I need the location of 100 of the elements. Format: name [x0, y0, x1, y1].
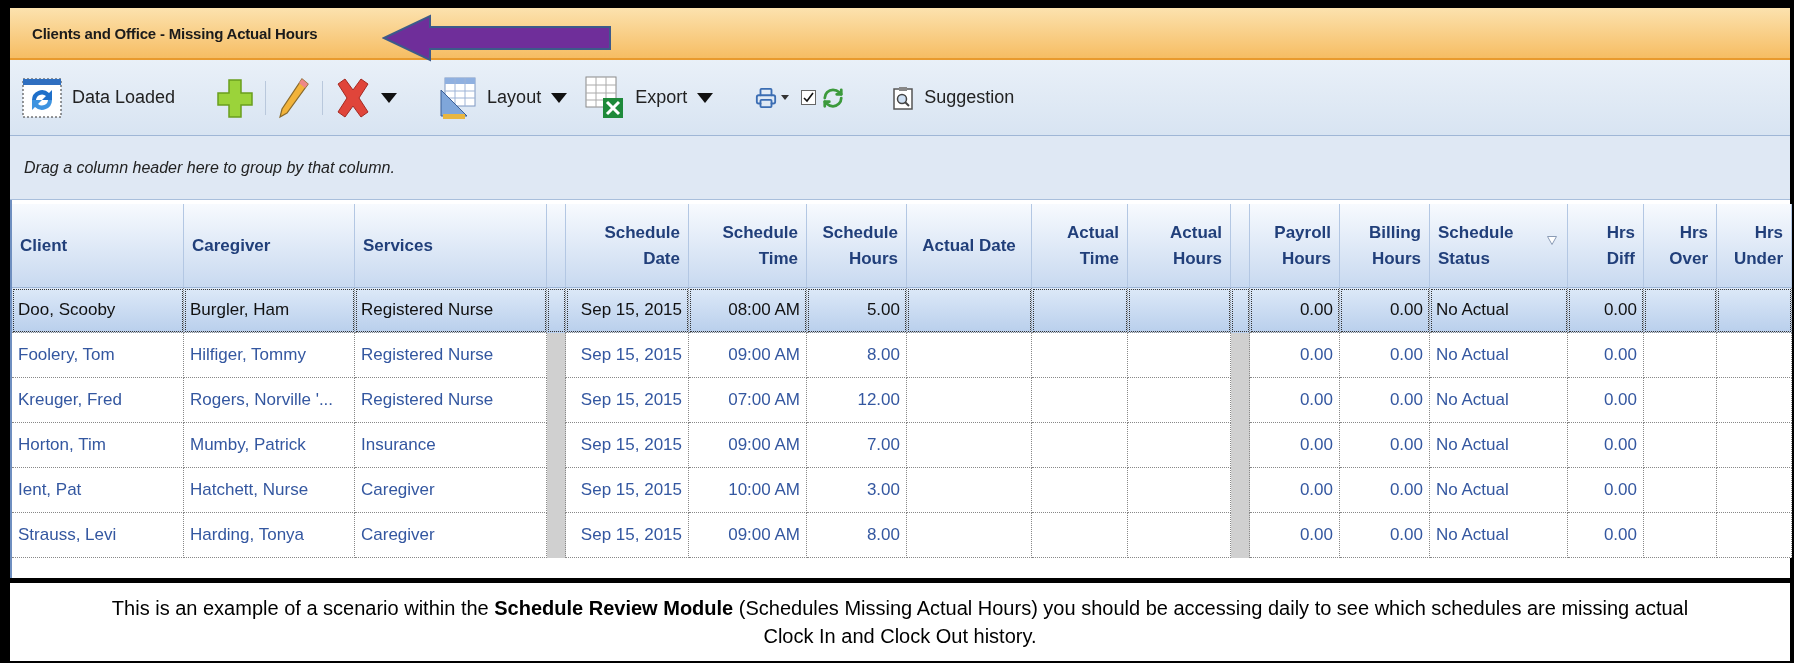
table-cell: Horton, Tim	[12, 423, 184, 468]
table-cell: Sep 15, 2015	[566, 333, 689, 378]
table-cell: 0.00	[1568, 513, 1644, 558]
refresh-icon	[22, 77, 62, 118]
column-header[interactable]: Hrs Diff	[1568, 204, 1644, 288]
table-cell: Rogers, Norville '...	[184, 378, 355, 423]
table-cell: No Actual	[1430, 378, 1568, 423]
pencil-icon	[278, 76, 311, 119]
table-cell: 09:00 AM	[689, 333, 807, 378]
table-cell: No Actual	[1430, 333, 1568, 378]
table-cell: 0.00	[1568, 378, 1644, 423]
column-spacer	[1231, 513, 1250, 558]
table-cell: Caregiver	[355, 513, 547, 558]
table-row[interactable]: Ient, Pat Hatchett, Nurse Caregiver Sep 15, 2015 10:00 AM 3.00 0.00 0.00 No Actual 0.00	[12, 468, 1790, 513]
column-header[interactable]: Actual Hours	[1128, 204, 1231, 288]
table-cell: 5.00	[807, 288, 907, 333]
layout-icon	[439, 75, 478, 120]
window-title: Clients and Office - Missing Actual Hours	[32, 24, 318, 42]
spreadsheet-icon	[585, 75, 626, 120]
column-header[interactable]: Schedule Status	[1430, 204, 1568, 288]
table-cell: Insurance	[355, 423, 547, 468]
table-cell: No Actual	[1430, 513, 1568, 558]
column-header[interactable]: Client	[12, 204, 184, 288]
column-header[interactable]: Payroll Hours	[1250, 204, 1340, 288]
table-cell: Doo, Scooby	[12, 288, 184, 333]
auto-refresh-checkbox[interactable]	[801, 90, 817, 105]
table-cell: Registered Nurse	[355, 333, 547, 378]
table-cell: 12.00	[807, 378, 907, 423]
table-cell: 0.00	[1340, 378, 1430, 423]
refresh-icon[interactable]	[822, 86, 845, 109]
column-header[interactable]: Caregiver	[184, 204, 355, 288]
table-cell: 0.00	[1568, 288, 1644, 333]
table-row[interactable]: Strauss, Levi Harding, Tonya Caregiver Sep 15, 2015 09:00 AM 8.00 0.00 0.00 No Actual 0.00	[12, 513, 1790, 558]
table-cell: Caregiver	[355, 468, 547, 513]
table-cell: No Actual	[1430, 288, 1568, 333]
table-cell: 0.00	[1340, 333, 1430, 378]
table-cell: Hilfiger, Tommy	[184, 333, 355, 378]
column-spacer	[547, 513, 566, 558]
caret-icon	[697, 92, 714, 103]
table-cell: Sep 15, 2015	[566, 513, 689, 558]
column-header[interactable]: Schedule Hours	[807, 204, 907, 288]
table-cell: 3.00	[807, 468, 907, 513]
table-cell: 0.00	[1340, 423, 1430, 468]
table-cell: 0.00	[1568, 468, 1644, 513]
column-spacer	[547, 333, 566, 378]
table-cell: No Actual	[1430, 468, 1568, 513]
table-cell: 0.00	[1340, 513, 1430, 558]
column-header[interactable]: Schedule Date	[566, 204, 689, 288]
table-cell: 0.00	[1568, 423, 1644, 468]
table-cell: 10:00 AM	[689, 468, 807, 513]
caret-icon	[381, 92, 398, 103]
suggestion-button[interactable]: Suggestion	[886, 81, 1021, 114]
table-cell: Registered Nurse	[355, 378, 547, 423]
group-hint: Drag a column header here to group by that column.	[24, 158, 395, 177]
caret-icon	[551, 92, 568, 103]
export-button[interactable]: Export	[579, 71, 720, 124]
table-cell: Foolery, Tom	[12, 333, 184, 378]
caption-text: This is an example of a scenario within the Schedule Review Module (Schedules Missing Actual Hours) you should be accessing daily to see which schedules are missing actual Clock In and Clock Out history.	[110, 596, 1690, 649]
table-cell: 07:00 AM	[689, 378, 807, 423]
column-header[interactable]: Billing Hours	[1340, 204, 1430, 288]
layout-button[interactable]: Layout	[433, 71, 574, 124]
table-cell: No Actual	[1430, 423, 1568, 468]
clipboard-search-icon	[892, 85, 915, 110]
table-cell: Sep 15, 2015	[566, 423, 689, 468]
column-header[interactable]: Hrs Over	[1644, 204, 1717, 288]
data-loaded-button[interactable]: Data Loaded	[16, 73, 182, 122]
table-cell: 0.00	[1250, 513, 1340, 558]
table-cell: Strauss, Levi	[12, 513, 184, 558]
table-cell: Hatchett, Nurse	[184, 468, 355, 513]
table-cell: Mumby, Patrick	[184, 423, 355, 468]
table-row[interactable]: Horton, Tim Mumby, Patrick Insurance Sep 15, 2015 09:00 AM 7.00 0.00 0.00 No Actual 0.00	[12, 423, 1790, 468]
caret-icon	[781, 95, 790, 100]
table-cell: 09:00 AM	[689, 423, 807, 468]
table-cell: 7.00	[807, 423, 907, 468]
printer-icon	[755, 86, 778, 109]
table-cell: 0.00	[1250, 288, 1340, 333]
table-cell: 08:00 AM	[689, 288, 807, 333]
column-header[interactable]: Services	[355, 204, 547, 288]
table-row[interactable]: Foolery, Tom Hilfiger, Tommy Registered Nurse Sep 15, 2015 09:00 AM 8.00 0.00 0.00 No Actual 0.00	[12, 333, 1790, 378]
table-cell: 8.00	[807, 513, 907, 558]
table-cell: Registered Nurse	[355, 288, 547, 333]
table-cell: 09:00 AM	[689, 513, 807, 558]
table-cell: Harding, Tonya	[184, 513, 355, 558]
table-cell: 0.00	[1250, 468, 1340, 513]
table-cell: Kreuger, Fred	[12, 378, 184, 423]
table-cell: 0.00	[1250, 333, 1340, 378]
table-cell: 0.00	[1340, 288, 1430, 333]
table-cell: 0.00	[1250, 378, 1340, 423]
column-header[interactable]: Actual Time	[1032, 204, 1128, 288]
column-header[interactable]: Hrs Under	[1717, 204, 1792, 288]
table-cell: Sep 15, 2015	[566, 288, 689, 333]
column-header[interactable]: Actual Date	[907, 204, 1032, 288]
table-row[interactable]: Kreuger, Fred Rogers, Norville '... Registered Nurse Sep 15, 2015 07:00 AM 12.00 0.00 0.00 No Actual 0.00	[12, 378, 1790, 423]
table-cell: 0.00	[1340, 468, 1430, 513]
column-header[interactable]: Schedule Time	[689, 204, 807, 288]
table-cell: 0.00	[1250, 423, 1340, 468]
filter-icon[interactable]	[1547, 236, 1557, 245]
table-row[interactable]: Doo, Scooby Burgler, Ham Registered Nurse Sep 15, 2015 08:00 AM 5.00 0.00 0.00 No Actual 0.00	[12, 288, 1790, 333]
table-cell: Sep 15, 2015	[566, 378, 689, 423]
table-cell: Ient, Pat	[12, 468, 184, 513]
